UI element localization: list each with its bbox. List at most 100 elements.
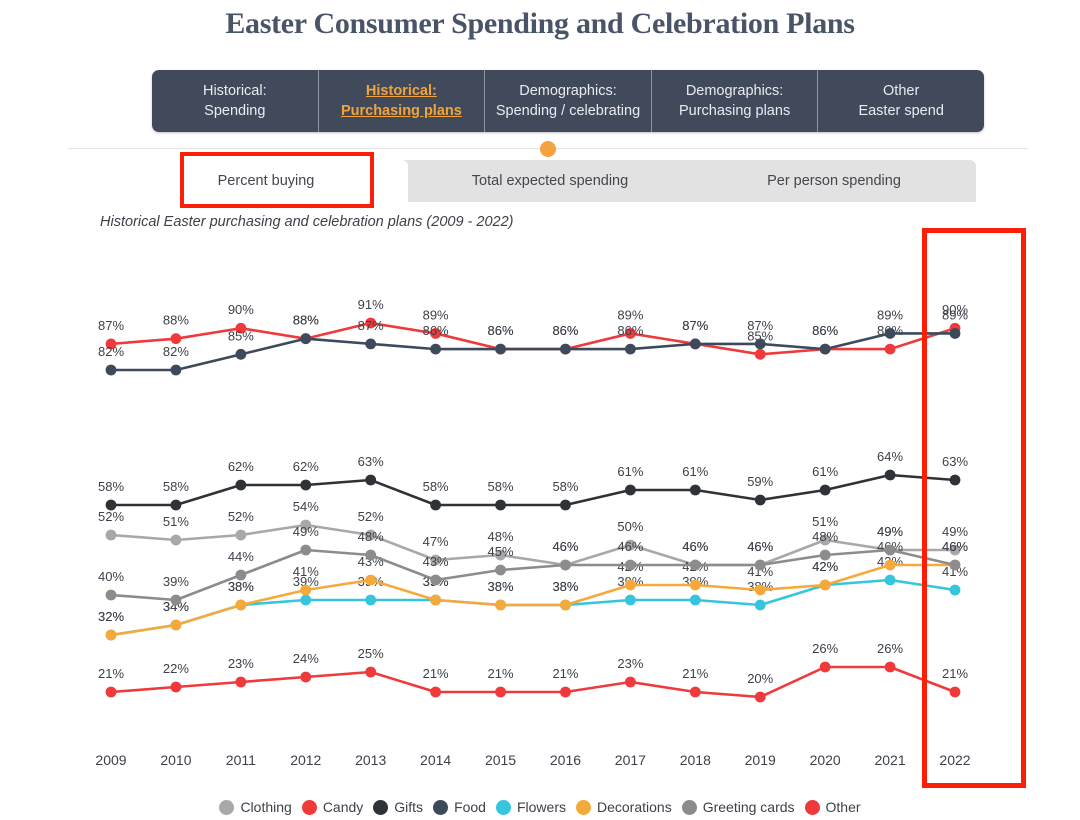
data-point [754,348,766,360]
data-point [689,559,701,571]
legend-item-candy[interactable]: Candy [301,799,363,815]
data-label: 51% [812,514,838,529]
data-label: 63% [942,454,968,469]
data-point [235,348,247,360]
sub-tab-per-person-spending[interactable]: Per person spending [692,160,976,202]
x-axis-tick-2021: 2021 [874,752,906,768]
topnav-item-2[interactable]: Historical: Purchasing plans [319,70,486,132]
topnav-item-1[interactable]: Historical: Spending [152,70,319,132]
data-label: 21% [942,666,968,681]
data-point [754,691,766,703]
topnav-item-label-line1: Historical: [365,83,437,99]
data-label: 25% [358,646,384,661]
data-label: 62% [293,459,319,474]
data-label: 86% [617,323,643,338]
data-label: 86% [423,323,449,338]
data-label: 82% [163,344,189,359]
data-label: 48% [488,529,514,544]
data-point [819,343,831,355]
data-point [819,661,831,673]
data-point [430,499,442,511]
series-gifts: 58% 58% 62% 62% 63% 58% 58% 58% 61% 61% 59% 61% 64% 6… [98,449,968,511]
orange-dot-indicator [540,141,556,157]
legend-label: Flowers [516,799,566,815]
data-point [365,474,377,486]
data-label: 47% [423,534,449,549]
data-label: 23% [228,656,254,671]
data-point [300,333,312,345]
data-label: 61% [812,464,838,479]
data-point [949,328,961,339]
data-point [365,338,377,350]
data-label: 64% [877,449,903,464]
data-point [689,338,701,350]
data-label: 21% [552,666,578,681]
topnav-item-label-line1: Demographics: [519,83,617,99]
data-point [430,574,442,586]
data-point [170,619,182,631]
sub-tab-total-expected-spending[interactable]: Total expected spending [408,160,692,202]
topnav-item-5[interactable]: Other Easter spend [818,70,984,132]
legend-item-clothing[interactable]: Clothing [219,799,292,815]
data-label: 59% [747,474,773,489]
data-point [819,579,831,591]
legend-swatch-icon [301,799,317,815]
x-axis-tick-2013: 2013 [355,752,387,768]
data-point [300,671,312,683]
data-point [300,544,312,556]
data-label: 50% [617,519,643,534]
legend-item-decorations[interactable]: Decorations [576,799,672,815]
data-point [365,594,377,606]
data-point [495,499,506,511]
data-point [365,574,377,586]
data-label: 87% [682,318,708,333]
data-label: 46% [552,539,578,554]
data-label: 39% [163,574,189,589]
data-label: 89% [423,307,449,322]
data-label: 45% [488,544,514,559]
x-axis-tick-2010: 2010 [160,752,192,768]
legend-item-other[interactable]: Other [804,799,861,815]
data-label: 38% [552,579,578,594]
data-point [624,484,636,496]
chart-caption: Historical Easter purchasing and celebra… [100,214,514,230]
page-title: Easter Consumer Spending and Celebration… [225,7,855,40]
data-point [170,681,182,693]
data-label: 48% [812,529,838,544]
data-point [105,499,117,511]
data-label: 88% [293,313,319,328]
data-label: 89% [877,307,903,322]
x-axis-tick-2016: 2016 [549,752,582,768]
data-point [495,686,506,698]
data-point [170,333,182,345]
data-label: 86% [488,323,514,338]
data-label: 24% [293,651,319,666]
data-label: 49% [293,524,319,539]
legend-item-greeting-cards[interactable]: Greeting cards [681,799,795,815]
data-point [884,328,896,339]
legend-item-food[interactable]: Food [433,799,486,815]
data-label: 44% [228,549,254,564]
x-axis-tick-2014: 2014 [420,752,452,768]
data-point [884,343,896,355]
data-point [884,469,896,481]
x-axis-tick-2017: 2017 [614,752,646,768]
data-label: 87% [358,318,384,333]
topnav-item-label-line1: Historical: [202,83,267,99]
data-point [689,484,701,496]
topnav-item-4[interactable]: Demographics: Purchasing plans [652,70,819,132]
legend-item-gifts[interactable]: Gifts [373,799,423,815]
data-point [170,534,182,546]
data-label: 52% [98,509,124,524]
x-axis-tick-2011: 2011 [225,752,256,768]
data-point [949,686,961,698]
data-label: 58% [98,479,124,494]
data-label: 52% [228,509,254,524]
top-navigation-tabs[interactable]: Historical: Spending Historical: Purchasing… [152,70,984,132]
topnav-item-3[interactable]: Demographics: Spending / celebrating [485,70,652,132]
sub-tab-bar[interactable]: Percent buying Total expected spending Per… [124,160,976,202]
data-label: 58% [488,479,514,494]
sub-tab-percent-buying[interactable]: Percent buying [124,160,408,202]
x-axis-labels: 2009 2010 2011 2012 2013 2014 2015 2016 2017 2018… [0,752,1080,776]
legend-item-flowers[interactable]: Flowers [495,799,566,815]
